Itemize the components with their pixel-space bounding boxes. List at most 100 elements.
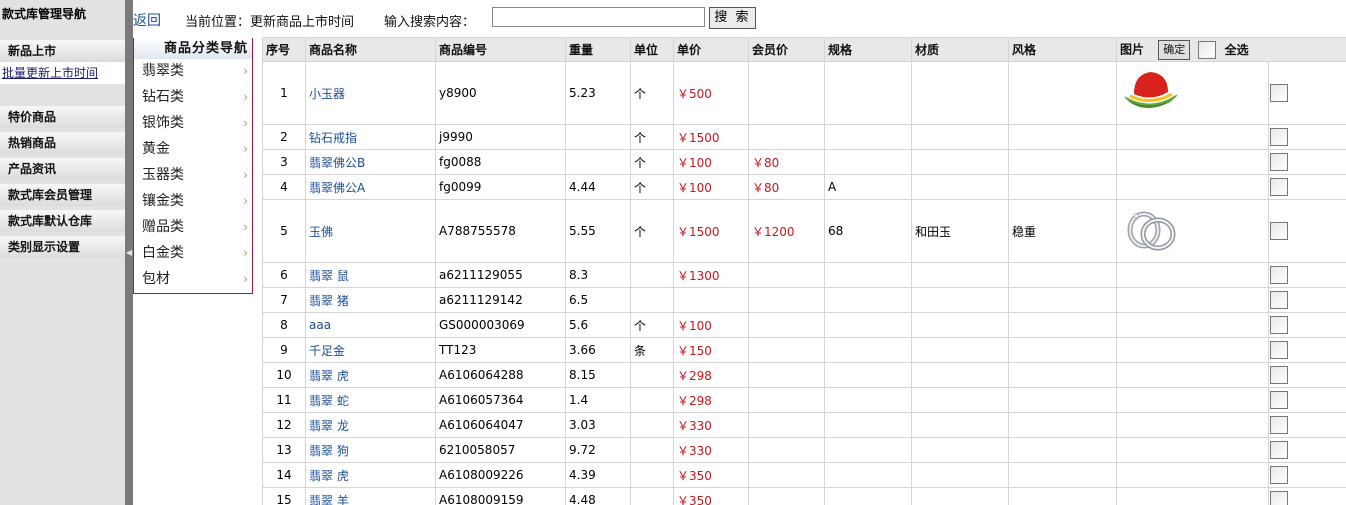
cell-product-code: 6210058057 [435,437,566,463]
cell-spec [824,387,912,413]
cell-member-price [748,412,825,438]
category-item[interactable]: 黄金 › [134,137,252,163]
cell-style [1008,487,1117,505]
chevron-right-icon: › [243,272,248,286]
cell-product-name[interactable]: 千足金 [305,337,436,363]
row-checkbox[interactable] [1270,291,1288,309]
cell-image [1116,462,1269,488]
cell-select [1268,174,1346,200]
cell-weight: 1.4 [565,387,631,413]
cell-unit [630,262,674,288]
sidebar-item-product-news[interactable]: 产品资讯 [0,158,125,180]
cell-member-price [748,61,825,125]
cell-spec [824,149,912,175]
cell-product-name[interactable]: 翡翠 龙 [305,412,436,438]
cell-member-price [748,487,825,505]
row-checkbox[interactable] [1270,153,1288,171]
row-checkbox[interactable] [1270,222,1288,240]
cell-product-name[interactable]: 翡翠 蛇 [305,387,436,413]
header-style: 风格 [1008,37,1117,62]
search-input[interactable] [492,7,705,27]
row-checkbox[interactable] [1270,491,1288,505]
category-list: 翡翠类 › 钻石类 › 银饰类 › 黄金 › 玉器类 › 镶金类 › 赠品类 › 白金类 › 包材 › [134,59,252,293]
row-checkbox[interactable] [1270,466,1288,484]
sidebar-item-label: 批量更新上市时间 [2,66,99,80]
category-item[interactable]: 钻石类 › [134,85,252,111]
sidebar-item-label: 产品资讯 [8,162,57,176]
sidebar-item-member-admin[interactable]: 款式库会员管理 [0,184,125,206]
cell-product-name[interactable]: 翡翠佛公B [305,149,436,175]
search-button[interactable]: 搜 索 [709,7,756,29]
sidebar-item-label: 特价商品 [8,110,57,124]
cell-product-name[interactable]: 小玉器 [305,61,436,125]
cell-image [1116,412,1269,438]
row-checkbox[interactable] [1270,316,1288,334]
category-item[interactable]: 赠品类 › [134,215,252,241]
cell-spec [824,61,912,125]
cell-price: ￥1500 [673,124,749,150]
category-item[interactable]: 银饰类 › [134,111,252,137]
cell-material [911,437,1009,463]
sidebar-item-default-warehouse[interactable]: 款式库默认仓库 [0,210,125,232]
sidebar-item-batch-update[interactable]: 批量更新上市时间 [0,62,125,84]
category-item[interactable]: 包材 › [134,267,252,293]
cell-member-price [748,287,825,313]
table-row: 14 翡翠 虎 A6108009226 4.39 ￥350 [262,462,1346,488]
cell-product-name[interactable]: aaa [305,312,436,338]
row-checkbox[interactable] [1270,178,1288,196]
category-item-label: 包材 [142,271,170,287]
cell-unit: 个 [630,174,674,200]
cell-member-price [748,362,825,388]
confirm-button[interactable]: 确定 [1158,39,1191,60]
cell-material [911,337,1009,363]
category-item[interactable]: 玉器类 › [134,163,252,189]
cell-product-name[interactable]: 翡翠 虎 [305,462,436,488]
cell-style [1008,174,1117,200]
row-checkbox[interactable] [1270,366,1288,384]
sidebar-item-special-offer[interactable]: 特价商品 [0,106,125,128]
sidebar-item-category-display[interactable]: 类别显示设置 [0,236,125,258]
cell-product-code: GS000003069 [435,312,566,338]
cell-product-name[interactable]: 玉佛 [305,199,436,263]
sidebar-title: 款式库管理导航 [2,7,87,21]
select-all-checkbox[interactable] [1198,40,1217,59]
cell-price: ￥500 [673,61,749,125]
cell-member-price [748,262,825,288]
row-checkbox[interactable] [1270,416,1288,434]
category-item[interactable]: 白金类 › [134,241,252,267]
row-checkbox[interactable] [1270,391,1288,409]
sidebar-item-new-arrivals[interactable]: 新品上市 [0,40,125,62]
row-checkbox[interactable] [1270,441,1288,459]
row-checkbox[interactable] [1270,341,1288,359]
cell-member-price [748,437,825,463]
cell-product-name[interactable]: 钻石戒指 [305,124,436,150]
cell-member-price: ￥80 [748,149,825,175]
collapse-arrow-icon[interactable]: ◀ [126,248,132,257]
table-row: 13 翡翠 狗 6210058057 9.72 ￥330 [262,437,1346,463]
cell-style [1008,287,1117,313]
category-item[interactable]: 翡翠类 › [134,59,252,85]
row-checkbox[interactable] [1270,84,1288,102]
back-link[interactable]: 返回 [133,10,161,30]
cell-product-name[interactable]: 翡翠 虎 [305,362,436,388]
cell-product-name[interactable]: 翡翠佛公A [305,174,436,200]
cell-product-code: A6106064047 [435,412,566,438]
header-weight: 重量 [565,37,631,62]
cell-material: 和田玉 [911,199,1009,263]
cell-product-name[interactable]: 翡翠 狗 [305,437,436,463]
sidebar-item-hot-sale[interactable]: 热销商品 [0,132,125,154]
cell-image [1116,387,1269,413]
cell-product-code: a6211129055 [435,262,566,288]
cell-weight: 5.6 [565,312,631,338]
category-item[interactable]: 镶金类 › [134,189,252,215]
row-checkbox[interactable] [1270,266,1288,284]
cell-product-name[interactable]: 翡翠 猪 [305,287,436,313]
cell-price: ￥350 [673,487,749,505]
cell-image [1116,487,1269,505]
cell-weight: 9.72 [565,437,631,463]
cell-product-name[interactable]: 翡翠 鼠 [305,262,436,288]
row-checkbox[interactable] [1270,128,1288,146]
category-item-label: 镶金类 [142,193,184,209]
sidebar-splitter[interactable]: ◀ [125,0,133,505]
cell-product-name[interactable]: 翡翠 羊 [305,487,436,505]
